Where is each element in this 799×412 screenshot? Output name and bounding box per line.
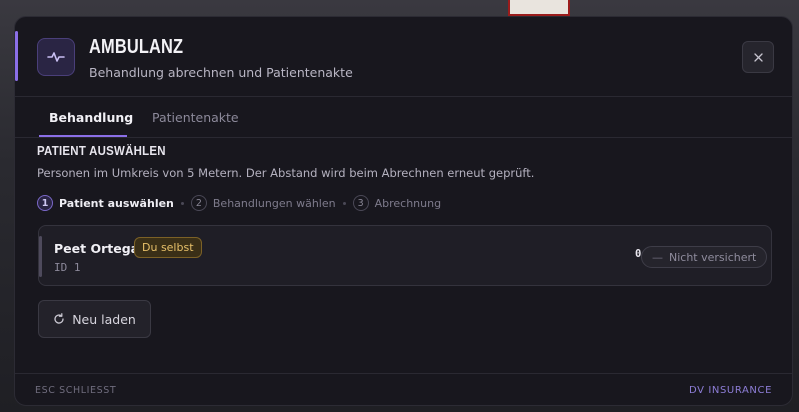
background-sign [508, 0, 570, 16]
insurance-label: Nicht versichert [669, 250, 757, 264]
close-button[interactable] [742, 41, 774, 73]
step-treatments: 2 Behandlungen wählen [190, 195, 336, 211]
panel-footer: ESC SCHLIESST DV INSURANCE [15, 373, 792, 405]
tab-patientenakte[interactable]: Patientenakte [152, 110, 239, 125]
step-number: 3 [352, 195, 369, 211]
self-badge: Du selbst [134, 237, 202, 258]
step-label: Abrechnung [374, 196, 442, 210]
close-icon [753, 52, 763, 62]
step-number: 1 [37, 195, 53, 211]
panel-title: AMBULANZ [89, 36, 184, 58]
step-separator [342, 201, 346, 205]
active-tab-indicator [39, 135, 127, 137]
footer-brand: DV INSURANCE [688, 385, 772, 396]
panel-header: AMBULANZ Behandlung abrechnen und Patien… [15, 17, 792, 97]
card-accent-bar [39, 236, 42, 277]
tab-bar: Behandlung Patientenakte [15, 97, 792, 138]
footer-hint: ESC SCHLIESST [35, 385, 117, 396]
step-patient: 1 Patient auswählen [37, 195, 174, 211]
patient-id: ID 1 [54, 261, 81, 274]
step-indicator: 1 Patient auswählen 2 Behandlungen wähle… [37, 195, 441, 211]
step-label: Patient auswählen [59, 196, 174, 210]
step-number: 2 [190, 195, 207, 211]
patient-name: Peet Ortega [54, 241, 140, 256]
patient-card[interactable]: Peet Ortega Du selbst ID 1 0 % — Nicht v… [38, 225, 772, 286]
ambulance-panel: AMBULANZ Behandlung abrechnen und Patien… [14, 16, 793, 406]
insurance-status: — Nicht versichert [641, 246, 768, 268]
heartbeat-icon [37, 38, 75, 76]
reload-label: Neu laden [72, 311, 136, 327]
reload-button[interactable]: Neu laden [38, 300, 151, 338]
section-title: PATIENT AUSWÄHLEN [37, 143, 166, 158]
refresh-icon [54, 313, 64, 324]
tab-behandlung[interactable]: Behandlung [49, 110, 133, 125]
header-accent-bar [15, 31, 18, 81]
section-description: Personen im Umkreis von 5 Metern. Der Ab… [37, 166, 535, 180]
step-separator [180, 201, 184, 205]
dash-icon: — [652, 250, 663, 264]
panel-subtitle: Behandlung abrechnen und Patientenakte [89, 65, 353, 80]
step-billing: 3 Abrechnung [352, 195, 442, 211]
step-label: Behandlungen wählen [212, 196, 336, 210]
